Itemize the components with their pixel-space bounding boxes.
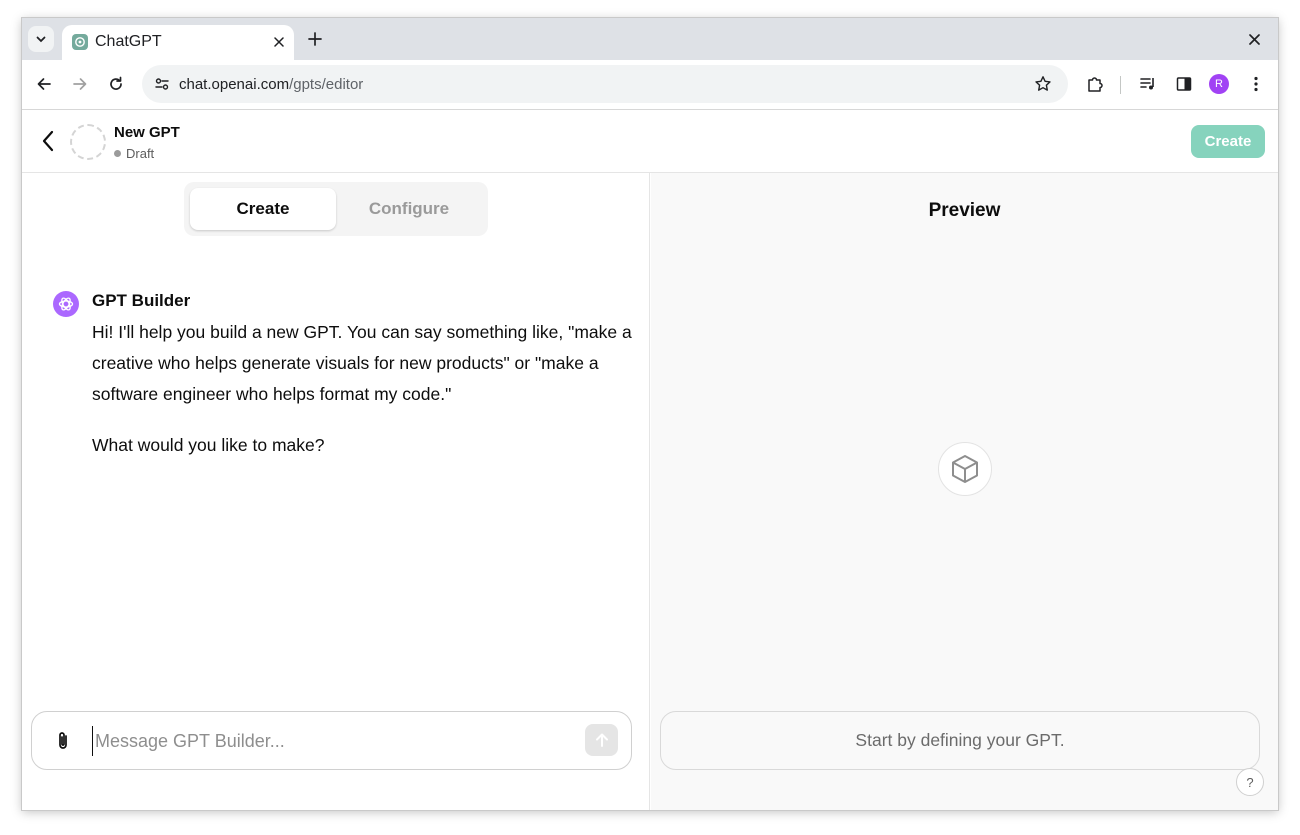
paperclip-icon xyxy=(59,732,67,749)
back-button[interactable] xyxy=(32,72,56,96)
reload-icon xyxy=(110,76,122,90)
tab-search-button[interactable] xyxy=(28,26,54,52)
preview-panel: Preview Start by defining your GPT. ? xyxy=(651,173,1278,810)
url-domain: chat.openai.com xyxy=(179,76,290,93)
tune-icon xyxy=(155,78,169,90)
browser-toolbar: chat.openai.com/gpts/editor R xyxy=(22,60,1278,110)
gpt-status: Draft xyxy=(114,146,154,161)
close-icon xyxy=(1248,33,1260,45)
media-controls-button[interactable] xyxy=(1136,72,1160,96)
openai-logo-icon xyxy=(58,297,74,311)
cube-icon xyxy=(952,455,978,483)
toolbar-separator xyxy=(1120,76,1121,94)
status-text: Draft xyxy=(126,146,155,161)
plus-icon xyxy=(308,32,322,46)
window-close-button[interactable] xyxy=(1244,29,1264,49)
attach-button[interactable] xyxy=(51,729,75,753)
preview-placeholder xyxy=(938,442,992,496)
help-button[interactable]: ? xyxy=(1236,768,1264,796)
gpt-builder-avatar xyxy=(53,291,79,317)
browser-window: ChatGPT chat.openai.com/gpts/editor R Ne… xyxy=(22,18,1278,810)
url-text: chat.openai.com/gpts/editor xyxy=(179,76,363,93)
side-panel-icon xyxy=(1176,77,1192,91)
browser-tab[interactable]: ChatGPT xyxy=(62,25,294,60)
tab-create[interactable]: Create xyxy=(190,188,336,230)
builder-message-question: What would you like to make? xyxy=(92,435,325,455)
puzzle-icon xyxy=(1088,77,1103,92)
more-vertical-icon xyxy=(1254,76,1258,92)
site-info-button[interactable] xyxy=(150,72,174,96)
preview-title: Preview xyxy=(928,200,1001,221)
reload-button[interactable] xyxy=(104,72,128,96)
editor-header: New GPT Draft Create xyxy=(22,110,1278,173)
forward-button[interactable] xyxy=(68,72,92,96)
arrow-left-icon xyxy=(37,78,51,90)
new-tab-button[interactable] xyxy=(304,28,326,50)
chevron-left-icon xyxy=(42,130,54,152)
builder-panel: Create Configure GPT Builder Hi! I'll he… xyxy=(22,173,650,810)
mode-tabs: Create Configure xyxy=(184,182,488,236)
status-dot xyxy=(114,150,121,157)
address-bar[interactable]: chat.openai.com/gpts/editor xyxy=(142,65,1068,103)
gpt-name: New GPT xyxy=(114,124,180,141)
arrow-right-icon xyxy=(73,78,87,90)
side-panel-button[interactable] xyxy=(1172,72,1196,96)
preview-input: Start by defining your GPT. xyxy=(660,711,1260,770)
star-icon xyxy=(1035,76,1051,91)
gpt-avatar-placeholder[interactable] xyxy=(70,124,106,160)
editor-back-button[interactable] xyxy=(36,128,60,154)
builder-message-text: Hi! I'll help you build a new GPT. You c… xyxy=(92,322,632,404)
chevron-down-icon xyxy=(36,36,46,43)
tab-title: ChatGPT xyxy=(95,33,162,50)
profile-avatar[interactable]: R xyxy=(1209,74,1229,94)
message-input[interactable] xyxy=(92,726,512,756)
tab-configure[interactable]: Configure xyxy=(336,188,482,230)
browser-menu-button[interactable] xyxy=(1244,72,1268,96)
url-path: /gpts/editor xyxy=(289,76,364,93)
bookmark-button[interactable] xyxy=(1032,73,1054,95)
playlist-music-icon xyxy=(1140,78,1154,90)
arrow-up-icon xyxy=(595,733,608,747)
extensions-button[interactable] xyxy=(1083,72,1107,96)
close-icon xyxy=(274,37,284,47)
tab-close-button[interactable] xyxy=(270,33,288,51)
message-composer xyxy=(31,711,632,770)
send-button[interactable] xyxy=(585,724,618,756)
tab-bar: ChatGPT xyxy=(22,18,1278,60)
chatgpt-favicon-icon xyxy=(72,34,88,50)
create-gpt-button[interactable]: Create xyxy=(1191,125,1265,158)
message-author: GPT Builder xyxy=(92,291,191,310)
